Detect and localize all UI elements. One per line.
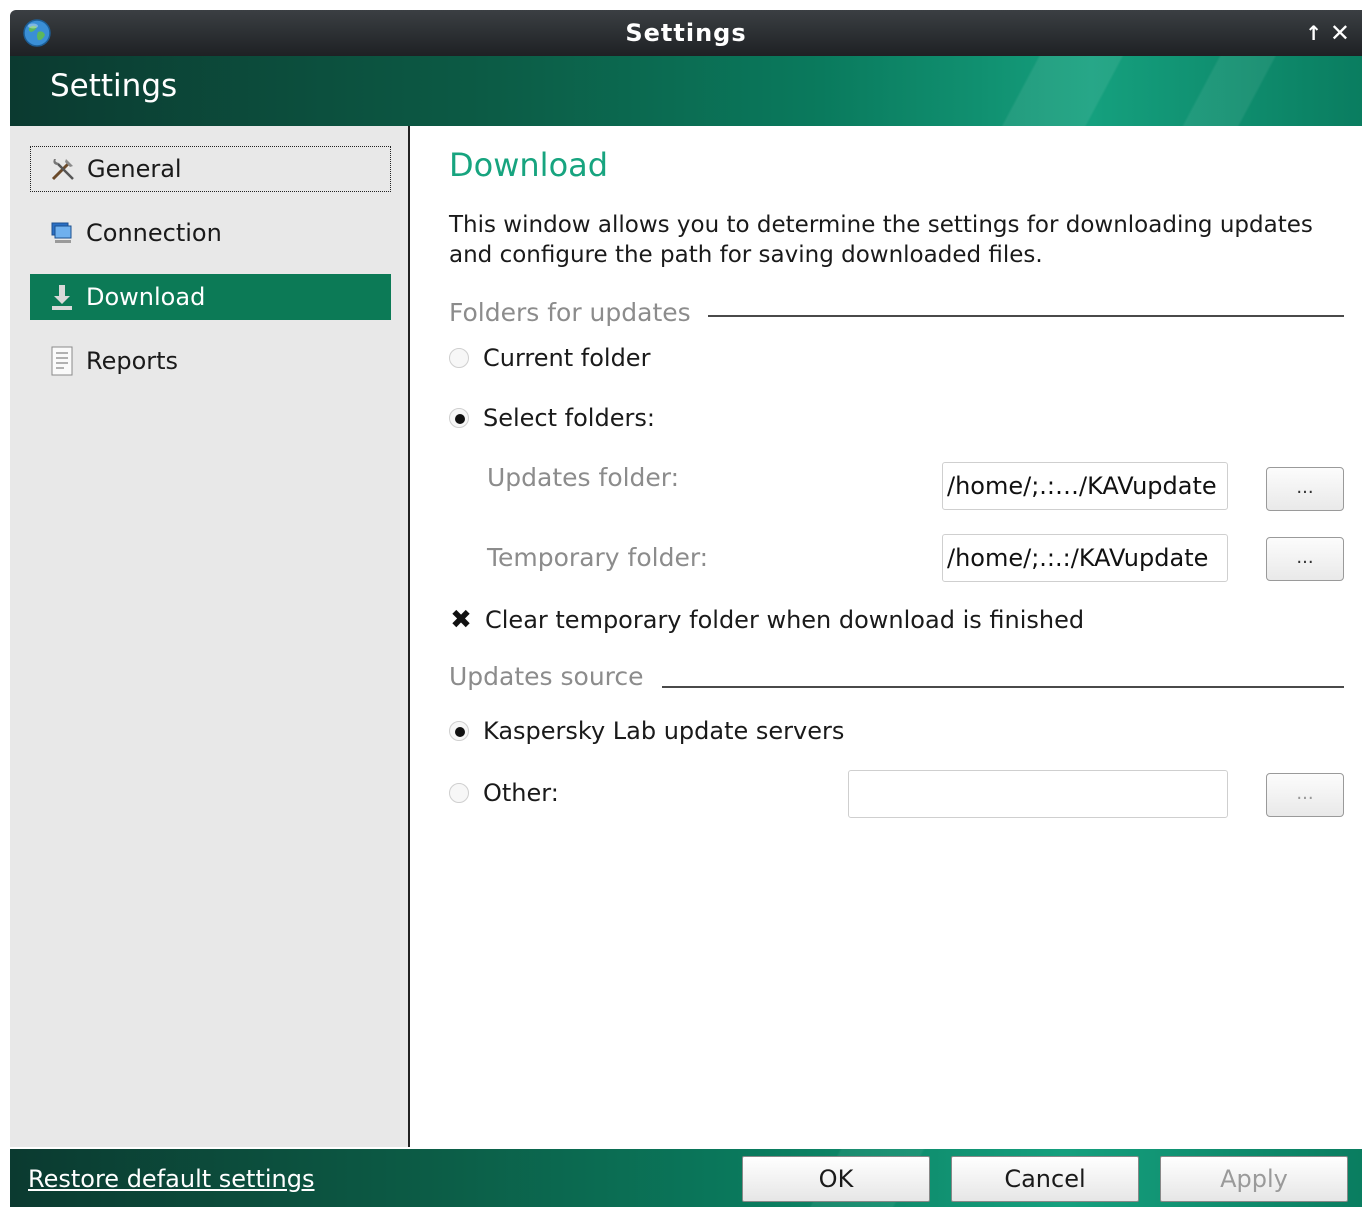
sidebar-item-download[interactable]: Download <box>30 274 391 320</box>
section-divider <box>708 315 1344 317</box>
radio-button[interactable] <box>449 783 469 803</box>
temporary-folder-label: Temporary folder: <box>487 543 709 572</box>
settings-window: Settings ↑ ✕ Settings General Connection… <box>0 0 1362 1207</box>
header-banner: Settings <box>10 56 1362 126</box>
apply-button[interactable]: Apply <box>1160 1156 1348 1202</box>
other-source-browse-button[interactable]: ... <box>1266 773 1344 817</box>
ok-button[interactable]: OK <box>742 1156 930 1202</box>
radio-other-source[interactable]: Other: <box>449 779 559 807</box>
sidebar-item-label: Download <box>86 283 206 311</box>
download-icon <box>48 282 76 312</box>
sidebar-item-label: Connection <box>86 219 222 247</box>
temporary-folder-browse-button[interactable]: ... <box>1266 537 1344 581</box>
sidebar-item-reports[interactable]: Reports <box>30 338 391 384</box>
page-title: Download <box>449 146 609 184</box>
radio-label: Kaspersky Lab update servers <box>483 717 845 745</box>
page-description: This window allows you to determine the … <box>449 212 1313 268</box>
cancel-button[interactable]: Cancel <box>951 1156 1139 1202</box>
window-titlebar[interactable]: Settings ↑ ✕ <box>10 10 1362 56</box>
restore-defaults-link[interactable]: Restore default settings <box>28 1165 314 1193</box>
updates-folder-browse-button[interactable]: ... <box>1266 467 1344 511</box>
temporary-folder-field[interactable]: /home/;.:.:/KAVupdate <box>942 534 1228 582</box>
radio-label: Current folder <box>483 344 651 372</box>
sidebar: General Connection Download Reports <box>10 126 410 1147</box>
section-title-source: Updates source <box>449 662 644 691</box>
report-icon <box>48 346 76 376</box>
sidebar-item-connection[interactable]: Connection <box>30 210 391 256</box>
radio-label: Select folders: <box>483 404 655 432</box>
radio-label: Other: <box>483 779 559 807</box>
radio-button[interactable] <box>449 348 469 368</box>
close-icon[interactable]: ✕ <box>1330 10 1350 56</box>
radio-button[interactable] <box>449 721 469 741</box>
sidebar-item-general[interactable]: General <box>30 146 391 192</box>
section-title-folders: Folders for updates <box>449 298 691 327</box>
radio-button[interactable] <box>449 408 469 428</box>
radio-kaspersky-servers[interactable]: Kaspersky Lab update servers <box>449 717 844 745</box>
network-icon <box>48 218 76 248</box>
radio-current-folder[interactable]: Current folder <box>449 344 650 372</box>
checkbox-label: Clear temporary folder when download is … <box>485 606 1085 634</box>
clear-temp-checkbox[interactable]: ✖ Clear temporary folder when download i… <box>449 606 1084 634</box>
download-panel: Download This window allows you to deter… <box>412 126 1362 1147</box>
window-title: Settings <box>625 19 747 47</box>
footer-bar: Restore default settings OK Cancel Apply <box>10 1149 1362 1207</box>
updates-folder-field[interactable]: /home/;.:…/KAVupdate <box>942 462 1228 510</box>
other-source-field[interactable] <box>848 770 1228 818</box>
tools-icon <box>49 154 77 184</box>
up-arrow-icon[interactable]: ↑ <box>1305 10 1322 56</box>
sidebar-item-label: General <box>87 155 182 183</box>
header-title: Settings <box>50 68 178 104</box>
radio-select-folders[interactable]: Select folders: <box>449 404 655 432</box>
section-divider <box>662 686 1344 688</box>
sidebar-item-label: Reports <box>86 347 179 375</box>
updates-folder-label: Updates folder: <box>487 463 680 492</box>
checkbox-checked-icon[interactable]: ✖ <box>449 607 473 633</box>
